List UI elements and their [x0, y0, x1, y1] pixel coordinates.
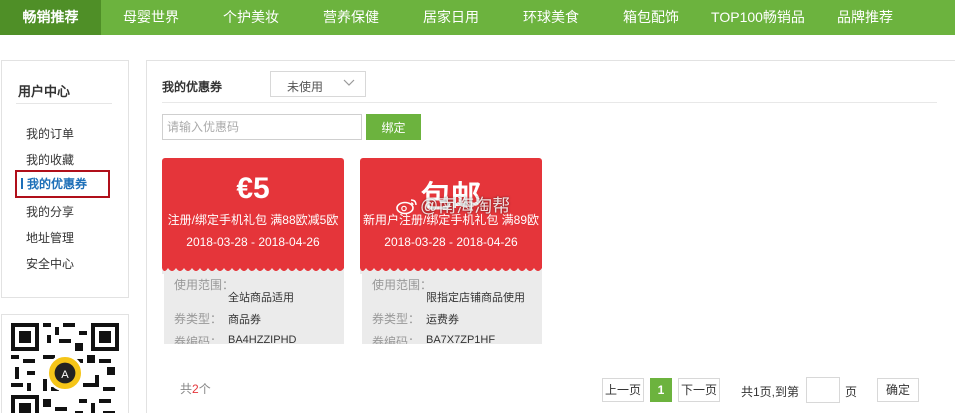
select-value: 未使用	[287, 80, 324, 94]
code-value: BA4HZZIPHD	[228, 334, 297, 344]
next-page-button[interactable]: 下一页	[678, 378, 720, 402]
coupon-description: 新用户注册/绑定手机礼包 满89欧	[362, 213, 540, 227]
coupons-panel: 我的优惠券 未使用 绑定 €5 注册/绑定手机礼包 满88欧减5欧 2018-0…	[146, 60, 955, 413]
code-label: 券编码：	[372, 335, 421, 344]
nav-item-health[interactable]: 营养保健	[301, 0, 401, 35]
coupon-status-select[interactable]: 未使用	[270, 71, 366, 97]
type-label: 券类型：	[372, 312, 421, 326]
scope-value: 全站商品适用	[228, 292, 294, 304]
sidebar-item-shares[interactable]: 我的分享	[26, 203, 74, 220]
page-unit: 页	[845, 385, 858, 399]
user-center-sidebar: 用户中心 我的订单 我的收藏 我的优惠券 我的分享 地址管理 安全中心	[1, 60, 129, 298]
code-value: BA7X7ZP1HF	[426, 334, 496, 344]
total-suffix: 个	[198, 382, 211, 396]
bind-button[interactable]: 绑定	[366, 114, 421, 140]
coupon-amount: €5	[236, 172, 270, 205]
confirm-page-button[interactable]: 确定	[877, 378, 919, 402]
nav-item-household[interactable]: 居家日用	[401, 0, 501, 35]
code-label: 券编码：	[174, 335, 223, 344]
sidebar-divider	[16, 103, 112, 104]
type-value: 运费券	[426, 314, 459, 326]
nav-item-mother-baby[interactable]: 母婴世界	[101, 0, 201, 35]
total-number: 2	[192, 382, 199, 396]
type-label: 券类型：	[174, 312, 223, 326]
coupon-details: 使用范围： 全站商品适用 券类型： 商品券 券编码： BA4HZZIPHD	[164, 274, 344, 344]
nav-item-top100[interactable]: TOP100畅销品	[701, 0, 815, 35]
coupon-code-input[interactable]	[162, 114, 362, 140]
sidebar-item-security[interactable]: 安全中心	[26, 255, 74, 272]
coupon-serrated-edge	[360, 264, 542, 274]
sidebar-item-favorites[interactable]: 我的收藏	[26, 151, 74, 168]
section-divider	[162, 102, 937, 103]
nav-item-brands[interactable]: 品牌推荐	[815, 0, 915, 35]
nav-item-food[interactable]: 环球美食	[501, 0, 601, 35]
coupon-details: 使用范围： 限指定店铺商品使用 券类型： 运费券 券编码： BA7X7ZP1HF	[362, 274, 542, 344]
qr-code-icon: A	[11, 323, 119, 413]
pages-text: 共1页,到第	[741, 385, 800, 399]
active-indicator	[21, 178, 23, 189]
page-number-input[interactable]	[806, 377, 840, 403]
coupon-amount: 包邮	[421, 181, 481, 214]
sidebar-item-label: 我的优惠券	[27, 177, 88, 191]
chevron-down-icon	[343, 79, 355, 86]
nav-item-beauty[interactable]: 个护美妆	[201, 0, 301, 35]
sidebar-item-addresses[interactable]: 地址管理	[26, 229, 74, 246]
coupon-serrated-edge	[162, 264, 344, 274]
coupon-header: 包邮 新用户注册/绑定手机礼包 满89欧 2018-03-28 - 2018-0…	[360, 158, 542, 270]
nav-item-bags[interactable]: 箱包配饰	[601, 0, 701, 35]
top-nav: 畅销推荐 母婴世界 个护美妆 营养保健 居家日用 环球美食 箱包配饰 TOP10…	[0, 0, 955, 35]
coupon-dates: 2018-03-28 - 2018-04-26	[186, 235, 320, 249]
sidebar-title: 用户中心	[18, 84, 71, 99]
total-prefix: 共	[180, 382, 193, 396]
scope-value: 限指定店铺商品使用	[426, 292, 525, 304]
scope-label: 使用范围：	[372, 278, 433, 292]
coupon-card: €5 注册/绑定手机礼包 满88欧减5欧 2018-03-28 - 2018-0…	[162, 158, 344, 344]
type-value: 商品券	[228, 314, 261, 326]
sidebar-item-orders[interactable]: 我的订单	[26, 125, 74, 142]
coupon-dates: 2018-03-28 - 2018-04-26	[384, 235, 518, 249]
current-page-button[interactable]: 1	[650, 378, 672, 402]
sidebar-item-coupons[interactable]: 我的优惠券	[15, 170, 110, 198]
coupon-card: 包邮 新用户注册/绑定手机礼包 满89欧 2018-03-28 - 2018-0…	[360, 158, 542, 344]
svg-text:A: A	[61, 369, 69, 381]
qr-code-panel: A	[1, 314, 129, 413]
coupon-description: 注册/绑定手机礼包 满88欧减5欧	[167, 213, 339, 227]
coupon-header: €5 注册/绑定手机礼包 满88欧减5欧 2018-03-28 - 2018-0…	[162, 158, 344, 270]
total-count: 共2个	[180, 380, 211, 397]
scope-label: 使用范围：	[174, 278, 235, 292]
prev-page-button[interactable]: 上一页	[602, 378, 644, 402]
nav-item-bestsellers[interactable]: 畅销推荐	[0, 0, 101, 35]
coupons-label: 我的优惠券	[162, 80, 223, 94]
